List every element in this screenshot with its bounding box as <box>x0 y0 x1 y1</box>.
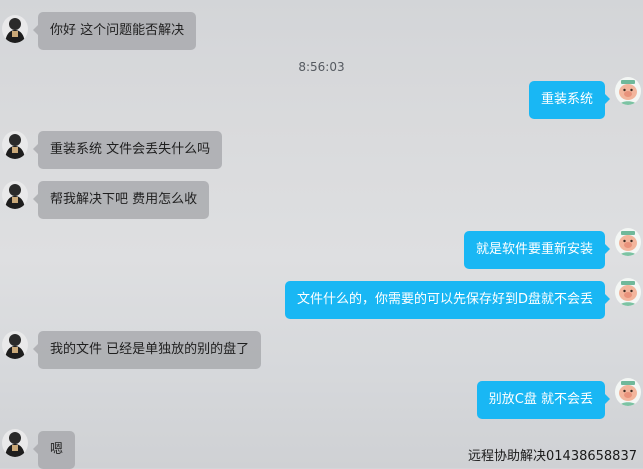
incoming-message[interactable]: 帮我解决下吧 费用怎么收 <box>32 181 210 219</box>
user-avatar-icon[interactable] <box>2 181 28 209</box>
agent-avatar-icon[interactable] <box>615 77 641 105</box>
incoming-message[interactable]: 嗯 <box>32 431 76 469</box>
outgoing-message[interactable]: 重装系统 <box>528 81 611 119</box>
user-avatar-icon[interactable] <box>2 15 28 43</box>
incoming-message[interactable]: 你好 这个问题能否解决 <box>32 12 197 50</box>
outgoing-message[interactable]: 别放C盘 就不会丢 <box>476 381 611 419</box>
agent-avatar-icon[interactable] <box>615 228 641 256</box>
incoming-message[interactable]: 重装系统 文件会丢失什么吗 <box>32 131 223 169</box>
user-avatar-icon[interactable] <box>2 331 28 359</box>
agent-avatar-icon[interactable] <box>615 278 641 306</box>
user-avatar-icon[interactable] <box>2 131 28 159</box>
outgoing-message[interactable]: 就是软件要重新安装 <box>463 231 611 269</box>
user-avatar-icon[interactable] <box>2 429 28 457</box>
outgoing-message[interactable]: 文件什么的，你需要的可以先保存好到D盘就不会丢 <box>284 281 611 319</box>
contact-note: 远程协助解决01438658837 <box>468 449 637 464</box>
message-timestamp: 8:56:03 <box>298 60 345 74</box>
agent-avatar-icon[interactable] <box>615 378 641 406</box>
chat-window: 你好 这个问题能否解决 8:56:03 重装系统 重装系统 文件会丢失什么吗 帮… <box>0 0 643 469</box>
incoming-message[interactable]: 我的文件 已经是单独放的别的盘了 <box>32 331 262 369</box>
